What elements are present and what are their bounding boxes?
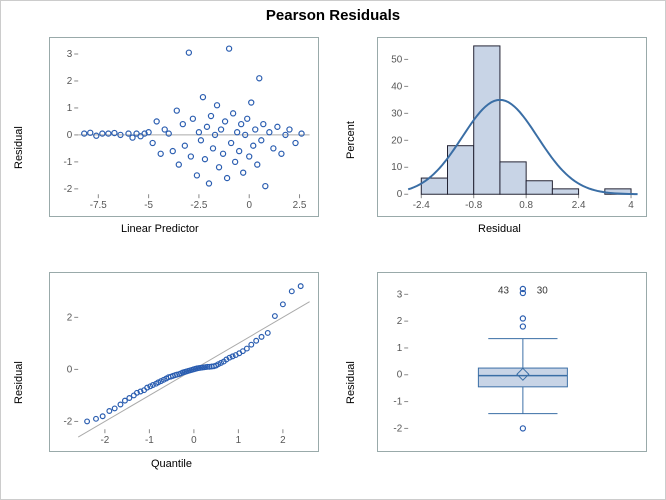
svg-text:0: 0 [397,370,403,381]
svg-text:-2.4: -2.4 [413,200,431,211]
svg-text:2.5: 2.5 [293,200,307,211]
qq-panel: Residual -2 -1 0 1 2 -2 0 2 Quantile [1,264,333,499]
svg-text:2.4: 2.4 [572,200,586,211]
svg-text:1: 1 [67,103,73,114]
svg-text:2: 2 [280,435,286,446]
svg-text:-1: -1 [393,397,402,408]
panel-grid: Residual -7.5 -5 -2.5 0 2.5 -2 -1 0 1 2 3 Linear P… [1,29,665,499]
box-panel: Residual -2 -1 0 1 2 3 43 30 [333,264,665,499]
svg-text:-0.8: -0.8 [465,200,483,211]
svg-text:1: 1 [236,435,242,446]
svg-text:40: 40 [391,81,402,92]
scatter-panel: Residual -7.5 -5 -2.5 0 2.5 -2 -1 0 1 2 3 Linear P… [1,29,333,264]
svg-text:30: 30 [391,108,402,119]
svg-text:0: 0 [67,130,73,141]
svg-text:3: 3 [67,49,73,60]
svg-text:43: 43 [498,285,509,296]
svg-text:50: 50 [391,54,402,65]
hist-xlabel: Residual [478,223,521,235]
svg-text:1: 1 [397,343,403,354]
svg-text:2: 2 [67,76,73,87]
svg-text:2: 2 [67,312,73,323]
box-ylabel: Residual [345,361,357,404]
svg-text:-1: -1 [63,157,72,168]
qq-ylabel: Residual [13,361,25,404]
svg-text:10: 10 [391,162,402,173]
svg-text:-2: -2 [393,423,402,434]
scatter-xlabel: Linear Predictor [121,223,199,235]
svg-text:20: 20 [391,135,402,146]
svg-text:3: 3 [397,289,403,300]
scatter-ylabel: Residual [13,126,25,169]
box-plot: -2 -1 0 1 2 3 43 30 [377,272,647,452]
svg-text:-7.5: -7.5 [90,200,108,211]
svg-text:-2: -2 [63,416,72,427]
svg-text:-5: -5 [144,200,153,211]
svg-text:0: 0 [397,189,403,200]
hist-panel: Percent -2.4-0.80.82.4401020304050 Resid… [333,29,665,264]
svg-text:2: 2 [397,316,403,327]
hist-ylabel: Percent [345,121,357,159]
scatter-plot: -7.5 -5 -2.5 0 2.5 -2 -1 0 1 2 3 [49,37,319,217]
svg-text:0.8: 0.8 [519,200,533,211]
svg-text:0: 0 [246,200,252,211]
svg-text:-2: -2 [100,435,109,446]
svg-text:30: 30 [537,285,548,296]
svg-text:0: 0 [191,435,197,446]
page-title: Pearson Residuals [1,1,665,24]
qq-plot: -2 -1 0 1 2 -2 0 2 [49,272,319,452]
svg-text:-2: -2 [63,184,72,195]
svg-text:-2.5: -2.5 [190,200,208,211]
hist-plot: -2.4-0.80.82.4401020304050 [377,37,647,217]
qq-xlabel: Quantile [151,458,192,470]
svg-text:0: 0 [67,364,73,375]
svg-text:4: 4 [628,200,634,211]
diagnostics-figure: Pearson Residuals Residual -7.5 -5 -2.5 0 2.… [0,0,666,500]
svg-text:-1: -1 [145,435,154,446]
